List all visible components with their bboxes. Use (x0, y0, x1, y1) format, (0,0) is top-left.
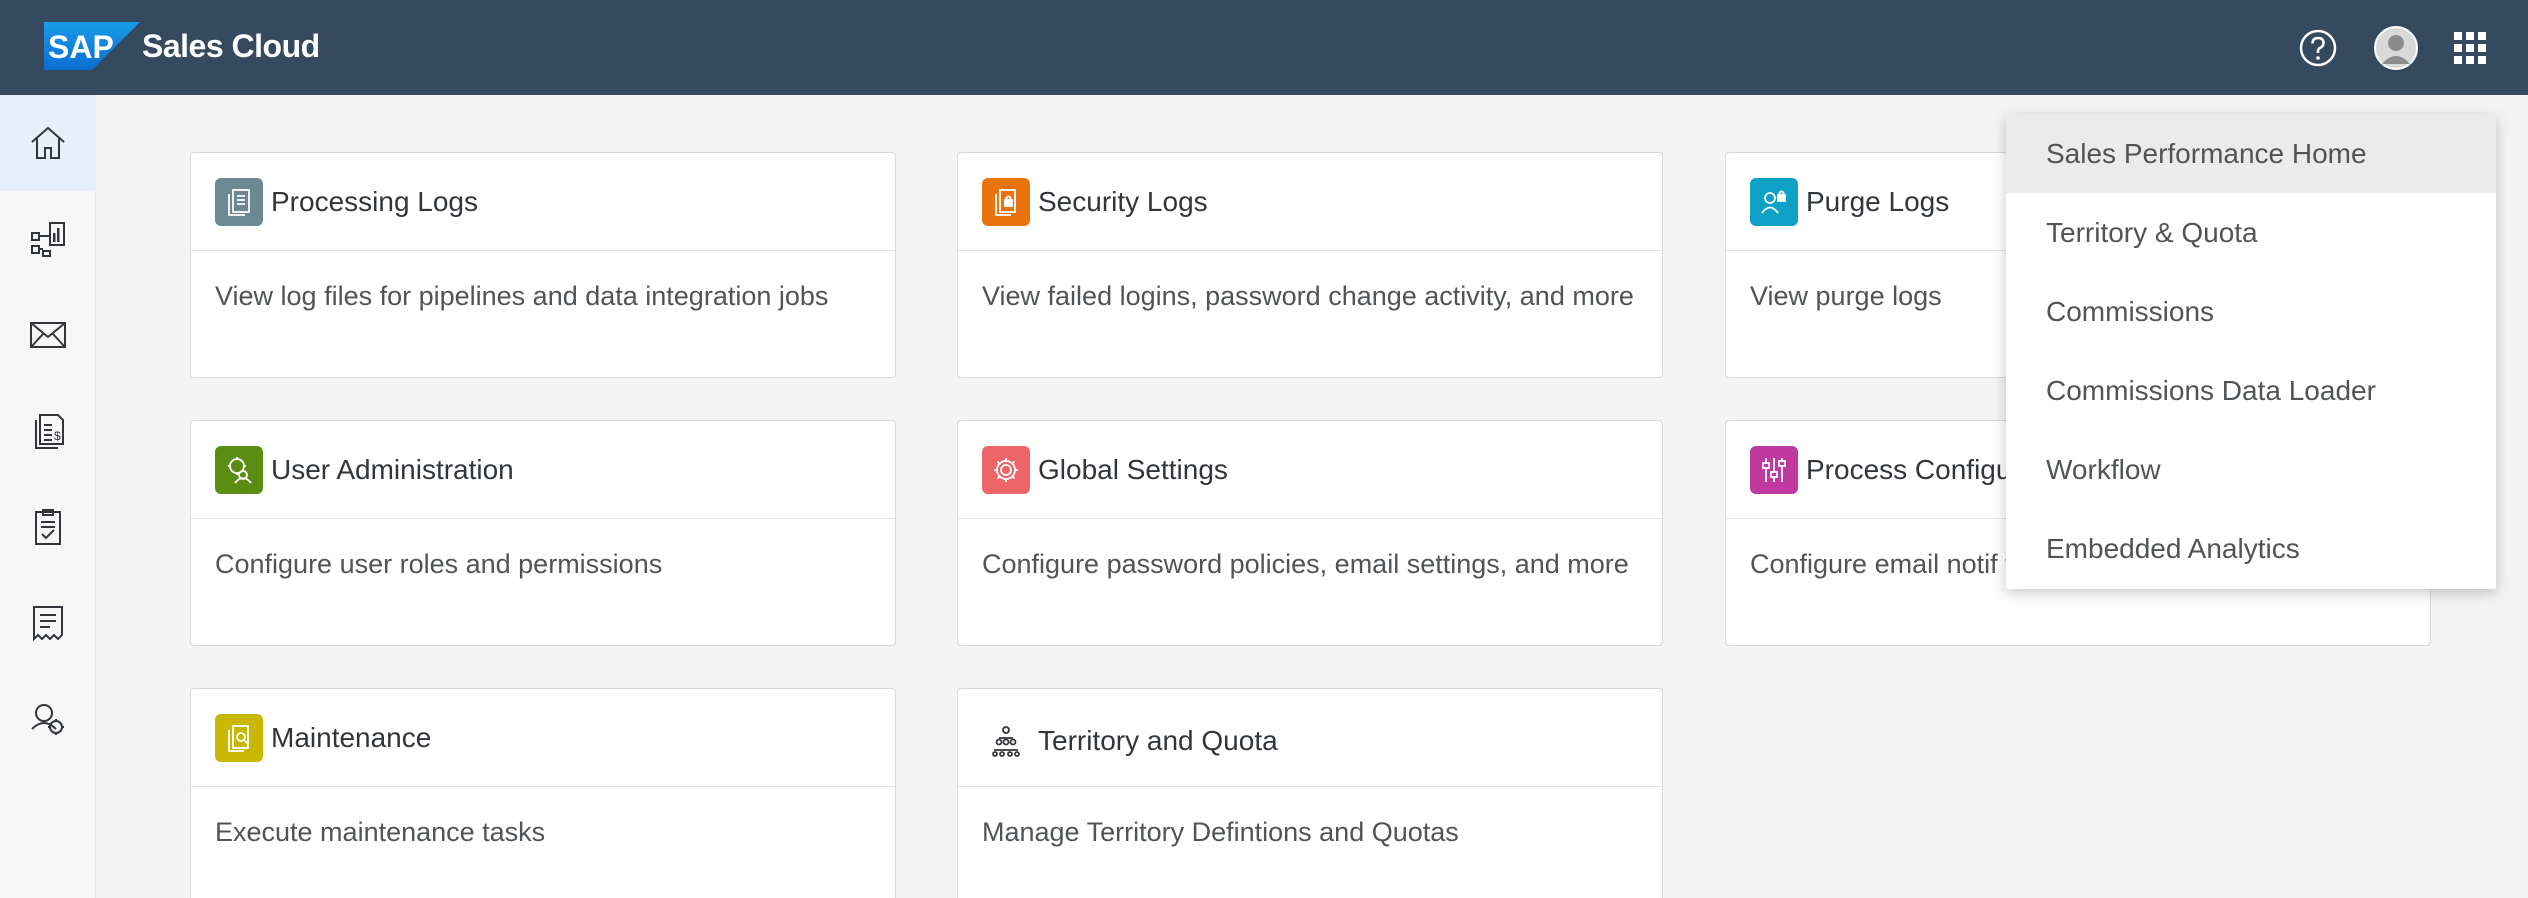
tile-description: Manage Territory Defintions and Quotas (982, 817, 1459, 847)
nav-home-icon[interactable] (0, 95, 96, 191)
app-launcher-menu: Sales Performance Home Territory & Quota… (2006, 114, 2496, 589)
tile-title: Security Logs (1038, 185, 1208, 217)
product-name: Sales Cloud (142, 27, 320, 64)
territory-hierarchy-icon (982, 717, 1030, 765)
tile-description: View log files for pipelines and data in… (215, 281, 829, 311)
tile-maintenance[interactable]: Maintenance Execute maintenance tasks (190, 688, 896, 898)
nav-checklist-icon[interactable] (0, 479, 96, 575)
tile-title: Process Configu (1806, 453, 2012, 485)
process-config-icon (1750, 445, 1798, 494)
nav-user-settings-icon[interactable] (0, 671, 96, 767)
tile-title: Processing Logs (271, 185, 479, 217)
menu-item-workflow[interactable]: Workflow (2006, 430, 2496, 509)
tile-description: Configure password policies, email setti… (982, 549, 1629, 579)
nav-mail-icon[interactable] (0, 287, 96, 383)
help-icon[interactable] (2294, 24, 2342, 72)
nav-receipt-icon[interactable] (0, 575, 96, 671)
app-launcher-icon[interactable] (2446, 24, 2494, 72)
side-navigation: $ (0, 95, 96, 898)
maintenance-icon (215, 713, 263, 762)
tile-description: Execute maintenance tasks (215, 817, 546, 847)
svg-text:$: $ (54, 429, 61, 443)
purge-logs-icon (1750, 177, 1798, 226)
tile-security-logs[interactable]: Security Logs View failed logins, passwo… (957, 152, 1663, 378)
menu-item-embedded-analytics[interactable]: Embedded Analytics (2006, 509, 2496, 588)
tile-user-administration[interactable]: User Administration Configure user roles… (190, 420, 896, 646)
user-avatar[interactable] (2372, 24, 2420, 72)
tile-title: Global Settings (1038, 453, 1228, 485)
tile-title: Territory and Quota (1038, 724, 1278, 756)
tile-description: View failed logins, password change acti… (982, 281, 1634, 311)
security-logs-icon (982, 177, 1030, 226)
menu-item-territory-quota[interactable]: Territory & Quota (2006, 193, 2496, 272)
menu-item-sales-performance-home[interactable]: Sales Performance Home (2006, 114, 2496, 193)
menu-item-commissions-data-loader[interactable]: Commissions Data Loader (2006, 351, 2496, 430)
nav-dashboard-chart-icon[interactable] (0, 191, 96, 287)
tile-title: User Administration (271, 453, 514, 485)
tile-title: Maintenance (271, 721, 432, 753)
tile-title: Purge Logs (1806, 185, 1950, 217)
tile-processing-logs[interactable]: Processing Logs View log files for pipel… (190, 152, 896, 378)
menu-item-commissions[interactable]: Commissions (2006, 272, 2496, 351)
tile-territory-and-quota[interactable]: Territory and Quota Manage Territory Def… (957, 688, 1663, 898)
shell-header: SAP Sales Cloud (0, 0, 2528, 95)
tile-description: Configure user roles and permissions (215, 549, 663, 579)
user-admin-icon (215, 445, 263, 494)
global-settings-icon (982, 445, 1030, 494)
sap-logo: SAP (44, 22, 140, 70)
processing-logs-icon (215, 177, 263, 226)
svg-text:SAP: SAP (48, 29, 114, 65)
tile-global-settings[interactable]: Global Settings Configure password polic… (957, 420, 1663, 646)
nav-commissions-document-icon[interactable]: $ (0, 383, 96, 479)
brand[interactable]: SAP Sales Cloud (44, 22, 320, 70)
